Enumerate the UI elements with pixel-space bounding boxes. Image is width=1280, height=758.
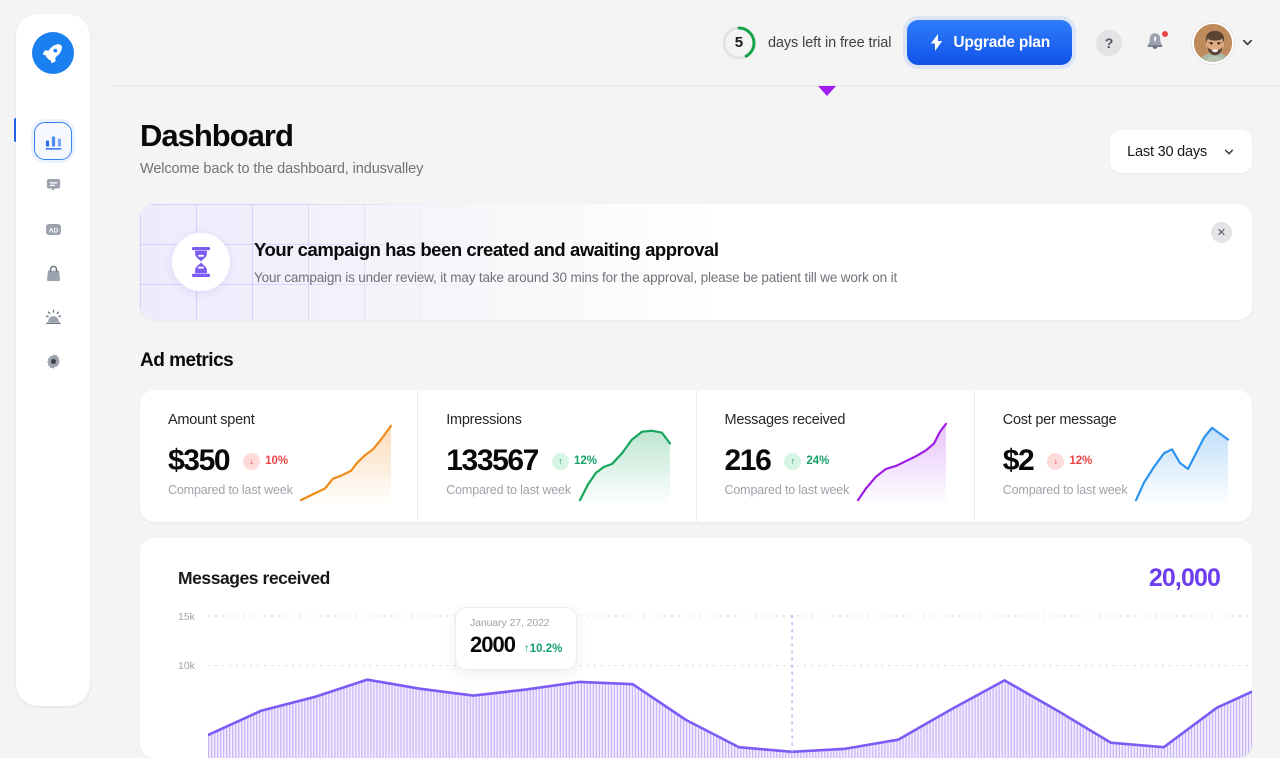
- topbar: 5 days left in free trial Upgrade plan ?: [112, 0, 1280, 86]
- metric-card[interactable]: Impressions 133567 ↑ 12% Compared to las…: [417, 390, 695, 522]
- trial-days-ring: 5: [721, 25, 757, 61]
- metric-value: 133567: [446, 446, 538, 476]
- notification-bell-icon[interactable]: [1144, 30, 1168, 56]
- banner-close-label: ✕: [1217, 226, 1226, 239]
- ad-metrics-heading: Ad metrics: [140, 350, 1252, 372]
- sidebar-item-messages[interactable]: [34, 166, 72, 204]
- campaign-status-banner: Your campaign has been created and await…: [140, 204, 1252, 320]
- sidebar: AD: [16, 14, 90, 706]
- messages-received-chart-card: Messages received 20,000 15k 10k: [140, 538, 1252, 758]
- banner-text: Your campaign has been created and await…: [254, 239, 897, 285]
- upgrade-plan-label: Upgrade plan: [953, 34, 1050, 52]
- question-mark-icon[interactable]: ?: [1096, 30, 1122, 56]
- metric-value: $2: [1003, 446, 1034, 476]
- metric-card[interactable]: Cost per message $2 ↓ 12% Compared to la…: [974, 390, 1252, 522]
- metric-card[interactable]: Messages received 216 ↑ 24% Compared to …: [696, 390, 974, 522]
- status-badge: ↓ 10%: [243, 453, 288, 470]
- chart-plot-area: 15k 10k January 27, 2022 2000: [178, 615, 1220, 755]
- chevron-down-icon: [1223, 146, 1235, 158]
- page-header: Dashboard Welcome back to the dashboard,…: [140, 86, 1252, 177]
- avatar: [1192, 22, 1234, 64]
- metric-delta: 12%: [1069, 455, 1092, 467]
- metric-card[interactable]: Amount spent $350 ↓ 10% Compared to last…: [140, 390, 417, 522]
- help-label: ?: [1105, 35, 1114, 51]
- status-badge: ↓ 12%: [1047, 453, 1092, 470]
- sparkline-chart: [1134, 420, 1234, 506]
- sparkline-chart: [299, 420, 399, 506]
- metric-value: 216: [725, 446, 771, 476]
- y-axis-tick: 10k: [178, 660, 195, 672]
- sidebar-item-dashboard[interactable]: [34, 122, 72, 160]
- metric-delta: 24%: [806, 455, 829, 467]
- svg-text:AD: AD: [48, 227, 58, 234]
- area-chart-svg: [208, 615, 1252, 758]
- status-badge: ↑ 24%: [784, 453, 829, 470]
- arrow-down-icon: ↓: [1047, 453, 1064, 470]
- sidebar-item-shop[interactable]: [34, 254, 72, 292]
- chevron-down-icon: [1241, 36, 1254, 49]
- main-content: Dashboard Welcome back to the dashboard,…: [112, 86, 1280, 720]
- tooltip-delta: ↑10.2%: [524, 643, 562, 655]
- banner-title: Your campaign has been created and await…: [254, 239, 897, 261]
- sparkline-chart: [578, 420, 678, 506]
- trial-days-count: 5: [721, 25, 757, 61]
- chart-total-value: 20,000: [1149, 564, 1220, 593]
- sidebar-item-alerts[interactable]: [34, 298, 72, 336]
- sidebar-item-settings[interactable]: [34, 342, 72, 380]
- y-axis-tick: 15k: [178, 611, 195, 623]
- rocket-icon[interactable]: [32, 32, 74, 74]
- sidebar-item-ads[interactable]: AD: [34, 210, 72, 248]
- trial-label: days left in free trial: [768, 35, 891, 51]
- arrow-down-icon: ↓: [243, 453, 260, 470]
- chart-header: Messages received 20,000: [178, 564, 1220, 593]
- free-trial-indicator: 5 days left in free trial: [721, 25, 891, 61]
- date-range-value: Last 30 days: [1127, 144, 1207, 160]
- tooltip-value: 2000: [470, 632, 515, 658]
- sparkline-chart: [856, 420, 956, 506]
- hourglass-icon: [172, 233, 230, 291]
- page-subtitle: Welcome back to the dashboard, indusvall…: [140, 161, 423, 177]
- profile-menu[interactable]: [1192, 22, 1254, 64]
- ad-metrics-row: Amount spent $350 ↓ 10% Compared to last…: [140, 390, 1252, 522]
- banner-description: Your campaign is under review, it may ta…: [254, 270, 897, 285]
- tooltip-delta-value: 10.2%: [530, 643, 563, 655]
- arrow-up-icon: ↑: [552, 453, 569, 470]
- arrow-up-icon: ↑: [784, 453, 801, 470]
- page-title: Dashboard: [140, 118, 423, 154]
- close-icon[interactable]: ✕: [1211, 222, 1232, 243]
- lightning-bolt-icon: [929, 34, 944, 51]
- chart-tooltip: January 27, 2022 2000 ↑10.2%: [455, 607, 577, 670]
- metric-value: $350: [168, 446, 229, 476]
- chart-title: Messages received: [178, 568, 330, 589]
- upgrade-plan-button[interactable]: Upgrade plan: [907, 20, 1072, 65]
- chart-pointer-triangle: [818, 86, 836, 96]
- tooltip-date: January 27, 2022: [470, 617, 562, 629]
- notification-unread-dot: [1161, 30, 1169, 38]
- date-range-select[interactable]: Last 30 days: [1110, 130, 1252, 173]
- metric-delta: 10%: [265, 455, 288, 467]
